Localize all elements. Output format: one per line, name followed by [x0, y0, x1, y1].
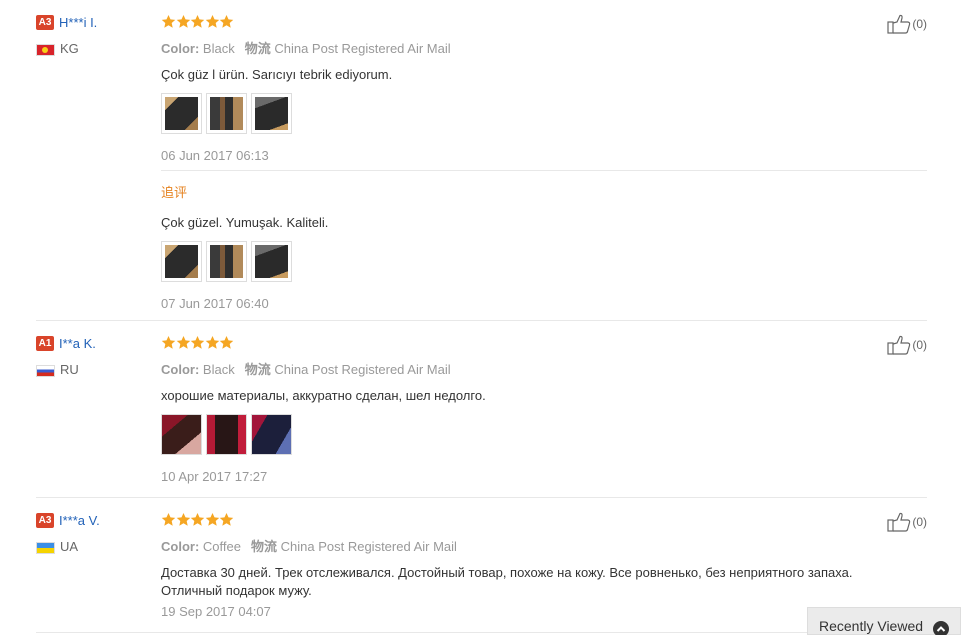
buyer-info: A1 I**a K. RU	[36, 335, 156, 377]
followup-photos	[161, 241, 861, 284]
star-icon	[176, 512, 191, 527]
star-icon	[161, 335, 176, 350]
star-icon	[190, 14, 205, 29]
buyer-level-badge: A3	[36, 513, 54, 529]
review-content: Color: Black 物流 China Post Registered Air…	[161, 14, 861, 163]
divider	[36, 632, 927, 633]
buyer-country: KG	[36, 41, 156, 56]
review-photo-thumbnail[interactable]	[161, 414, 202, 455]
shipping-label: 物流	[244, 362, 271, 377]
country-code: KG	[60, 41, 79, 56]
shipping-label: 物流	[250, 539, 277, 554]
star-icon	[219, 14, 234, 29]
review-content: Color: Coffee 物流 China Post Registered Ai…	[161, 512, 861, 619]
helpful-count: (0)	[912, 17, 927, 31]
star-icon	[205, 512, 220, 527]
order-info: Color: Black 物流 China Post Registered Air…	[161, 359, 861, 378]
review-photo-thumbnail[interactable]	[251, 93, 292, 134]
review-photo-thumbnail[interactable]	[206, 93, 247, 134]
recently-viewed-tab[interactable]: Recently Viewed	[807, 607, 961, 635]
helpful-button[interactable]: (0)	[887, 14, 927, 34]
review-photos	[161, 93, 861, 136]
buyer-info: A3 I***a V. UA	[36, 512, 156, 554]
star-icon	[205, 14, 220, 29]
star-icon	[176, 335, 191, 350]
thumbs-up-icon	[887, 335, 911, 355]
shipping-value: China Post Registered Air Mail	[280, 539, 457, 554]
helpful-count: (0)	[912, 515, 927, 529]
review-photos	[161, 414, 861, 457]
star-icon	[176, 14, 191, 29]
helpful-button[interactable]: (0)	[887, 512, 927, 532]
buyer-country: RU	[36, 362, 156, 377]
review-date: 19 Sep 2017 04:07	[161, 604, 271, 619]
followup-date: 07 Jun 2017 06:40	[161, 296, 269, 311]
star-icon	[190, 512, 205, 527]
star-icon	[219, 512, 234, 527]
country-code: RU	[60, 362, 79, 377]
review-photo-thumbnail[interactable]	[251, 414, 292, 455]
review-photo-thumbnail[interactable]	[206, 414, 247, 455]
star-icon	[219, 335, 234, 350]
recently-viewed-label: Recently Viewed	[819, 618, 924, 634]
review-photo-thumbnail[interactable]	[251, 241, 292, 282]
buyer-info: A3 H***i I. KG	[36, 14, 156, 56]
review-photo-thumbnail[interactable]	[161, 93, 202, 134]
ua-flag-icon	[36, 541, 55, 554]
color-label: Color:	[161, 362, 200, 377]
shipping-label: 物流	[244, 41, 271, 56]
buyer-country: UA	[36, 539, 156, 554]
review-text: Доставка 30 дней. Трек отслеживался. Дос…	[161, 565, 853, 598]
review-text: хорошие материалы, аккуратно сделан, шел…	[161, 388, 486, 403]
review-date: 06 Jun 2017 06:13	[161, 148, 269, 163]
rating-stars	[161, 14, 861, 29]
thumbs-up-icon	[887, 14, 911, 34]
buyer-name[interactable]: I**a K.	[59, 336, 96, 351]
color-label: Color:	[161, 539, 200, 554]
star-icon	[161, 512, 176, 527]
chevron-up-icon	[933, 621, 949, 635]
followup-content: 追评 Çok güzel. Yumuşak. Kaliteli. 07 Jun …	[161, 182, 861, 311]
helpful-count: (0)	[912, 338, 927, 352]
star-icon	[161, 14, 176, 29]
star-icon	[205, 335, 220, 350]
star-icon	[190, 335, 205, 350]
buyer-name[interactable]: I***a V.	[59, 513, 100, 528]
helpful-button[interactable]: (0)	[887, 335, 927, 355]
color-label: Color:	[161, 41, 200, 56]
buyer-level-badge: A1	[36, 336, 54, 352]
order-info: Color: Black 物流 China Post Registered Air…	[161, 38, 861, 57]
order-info: Color: Coffee 物流 China Post Registered Ai…	[161, 536, 861, 555]
review-date: 10 Apr 2017 17:27	[161, 469, 268, 484]
divider	[161, 170, 927, 171]
review-content: Color: Black 物流 China Post Registered Air…	[161, 335, 861, 484]
thumbs-up-icon	[887, 512, 911, 532]
color-value: Coffee	[202, 539, 241, 554]
divider	[36, 320, 927, 321]
review-photo-thumbnail[interactable]	[161, 241, 202, 282]
shipping-value: China Post Registered Air Mail	[274, 362, 451, 377]
buyer-level-badge: A3	[36, 15, 54, 31]
ru-flag-icon	[36, 364, 55, 377]
review-photo-thumbnail[interactable]	[206, 241, 247, 282]
divider	[36, 497, 927, 498]
country-code: UA	[60, 539, 79, 554]
color-value: Black	[202, 41, 235, 56]
kg-flag-icon	[36, 43, 55, 56]
followup-text: Çok güzel. Yumuşak. Kaliteli.	[161, 215, 329, 230]
color-value: Black	[202, 362, 235, 377]
rating-stars	[161, 512, 861, 527]
shipping-value: China Post Registered Air Mail	[274, 41, 451, 56]
followup-label: 追评	[161, 185, 188, 200]
buyer-name[interactable]: H***i I.	[59, 15, 97, 30]
review-text: Çok güz l ürün. Sarıcıyı tebrik ediyorum…	[161, 67, 393, 82]
rating-stars	[161, 335, 861, 350]
